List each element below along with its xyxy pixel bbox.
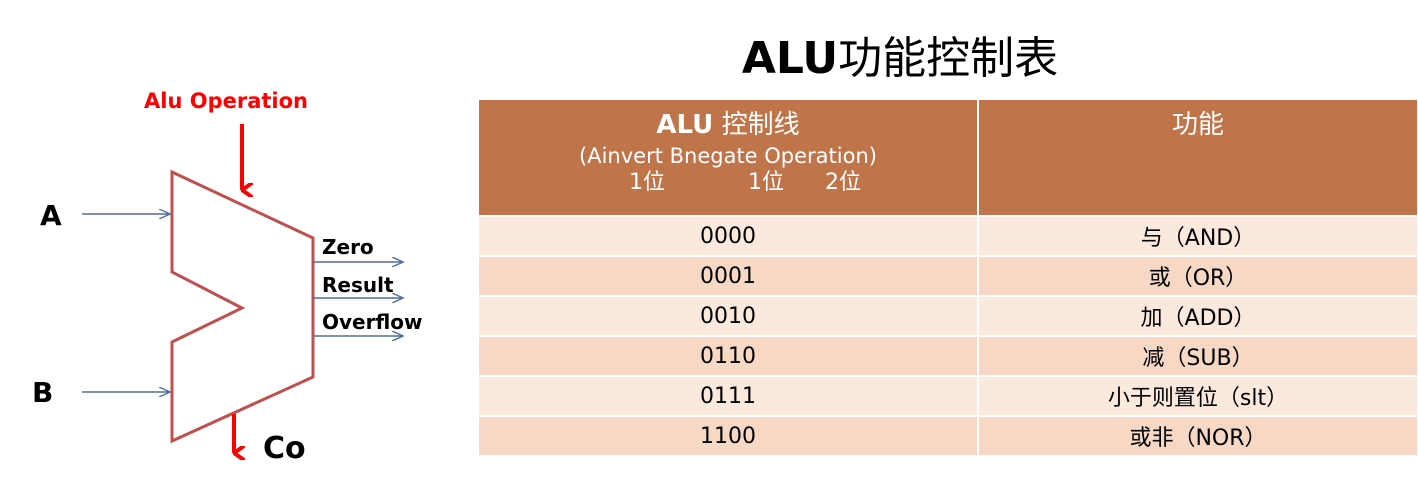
header-function: 功能 (977, 98, 1418, 217)
table-row: 0000 与（AND） (477, 215, 1418, 257)
row-code: 0000 (477, 215, 979, 257)
row-function: 与（AND） (977, 215, 1418, 257)
alu-control-table: ALU 控制线 (Ainvert Bnegate Operation) 1位 1… (477, 98, 1418, 457)
output-overflow-label: Overflow (322, 310, 423, 334)
row-code: 0111 (477, 375, 979, 417)
row-function: 或非（NOR） (977, 415, 1418, 457)
row-code: 0001 (477, 255, 979, 297)
operation-label: Alu Operation (144, 89, 308, 113)
input-b-label: B (32, 376, 53, 409)
title-cjk: 功能控制表 (838, 33, 1059, 84)
header-function-label: 功能 (1171, 110, 1224, 140)
row-function: 减（SUB） (977, 335, 1418, 377)
output-zero-label: Zero (322, 235, 374, 259)
table-header-row: ALU 控制线 (Ainvert Bnegate Operation) 1位 1… (477, 98, 1418, 217)
row-function: 加（ADD） (977, 295, 1418, 337)
header-control-sub: (Ainvert Bnegate Operation) (579, 144, 877, 168)
row-code: 0110 (477, 335, 979, 377)
header-control-cjk: 控制线 (721, 110, 800, 140)
input-a-label: A (40, 199, 62, 232)
title-latin: ALU (741, 33, 839, 84)
row-function: 小于则置位（slt） (977, 375, 1418, 417)
row-code: 0010 (477, 295, 979, 337)
output-result-label: Result (322, 273, 394, 297)
header-bit-widths: 1位 1位 2位 (479, 170, 977, 196)
page-title: ALU功能控制表 (600, 22, 1200, 86)
table-row: 0010 加（ADD） (477, 295, 1418, 337)
row-code: 1100 (477, 415, 979, 457)
table-row: 0111 小于则置位（slt） (477, 375, 1418, 417)
carry-out-label: Co (263, 431, 306, 466)
row-function: 或（OR） (977, 255, 1418, 297)
table-row: 0001 或（OR） (477, 255, 1418, 297)
table-row: 1100 或非（NOR） (477, 415, 1418, 457)
alu-shape (170, 169, 315, 444)
header-bit-2: 1位 (748, 170, 784, 195)
header-control-lines: ALU 控制线 (Ainvert Bnegate Operation) 1位 1… (477, 98, 979, 217)
table-row: 0110 减（SUB） (477, 335, 1418, 377)
header-control-latin: ALU (656, 110, 714, 140)
header-bit-3: 2位 (825, 170, 861, 195)
alu-diagram: Alu Operation A B Zero Result Overflow C… (32, 89, 423, 466)
header-bit-1: 1位 (629, 170, 665, 195)
